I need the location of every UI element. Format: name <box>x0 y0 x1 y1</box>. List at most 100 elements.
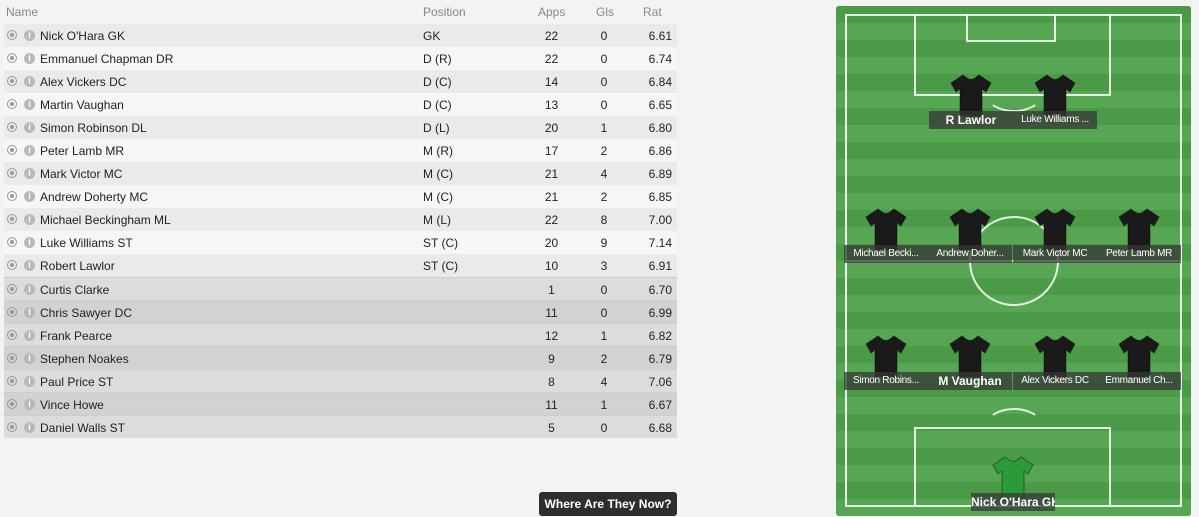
player-name[interactable]: Nick O'Hara GK <box>40 29 125 43</box>
pitch-player-st_left[interactable]: R Lawlor <box>929 73 1013 131</box>
target-icon[interactable] <box>7 99 17 109</box>
player-name[interactable]: Peter Lamb MR <box>40 144 124 158</box>
info-icon[interactable]: i <box>24 191 35 202</box>
player-name[interactable]: Vince Howe <box>40 398 104 412</box>
target-icon[interactable] <box>7 237 17 247</box>
player-name[interactable]: Curtis Clarke <box>40 283 109 297</box>
info-icon[interactable]: i <box>24 122 35 133</box>
player-name[interactable]: Michael Beckingham ML <box>40 213 171 227</box>
player-name[interactable]: Martin Vaughan <box>40 98 124 112</box>
target-icon[interactable] <box>7 422 17 432</box>
target-icon[interactable] <box>7 284 17 294</box>
player-name[interactable]: Mark Victor MC <box>40 167 122 181</box>
target-icon[interactable] <box>7 307 17 317</box>
target-icon[interactable] <box>7 53 17 63</box>
player-name[interactable]: Andrew Doherty MC <box>40 190 148 204</box>
target-icon[interactable] <box>7 76 17 86</box>
player-goals: 0 <box>600 75 608 89</box>
player-goals: 8 <box>600 213 608 227</box>
player-position: M (L) <box>423 213 451 227</box>
info-icon[interactable]: i <box>24 99 35 110</box>
target-icon[interactable] <box>7 191 17 201</box>
target-icon[interactable] <box>7 353 17 363</box>
player-name[interactable]: Simon Robinson DL <box>40 121 147 135</box>
table-row[interactable]: i Vince Howe 11 1 6.67 <box>4 392 677 415</box>
table-row[interactable]: i Frank Pearce 12 1 6.82 <box>4 323 677 346</box>
table-row[interactable]: i Andrew Doherty MC M (C) 21 2 6.85 <box>4 185 677 208</box>
player-position: D (L) <box>423 121 450 135</box>
player-name[interactable]: Paul Price ST <box>40 375 113 389</box>
player-name[interactable]: Frank Pearce <box>40 329 112 343</box>
info-icon[interactable]: i <box>24 53 35 64</box>
player-name[interactable]: Chris Sawyer DC <box>40 306 132 320</box>
pitch-player-mr[interactable]: Peter Lamb MR <box>1097 207 1181 265</box>
info-icon[interactable]: i <box>24 30 35 41</box>
where-are-they-now-button[interactable]: Where Are They Now? <box>539 492 677 516</box>
table-row[interactable]: i Nick O'Hara GK GK 22 0 6.61 <box>4 24 677 47</box>
pitch-player-dl[interactable]: Simon Robins... <box>844 334 928 392</box>
pitch-player-dr[interactable]: Emmanuel Ch... <box>1097 334 1181 392</box>
col-header-apps[interactable]: Apps <box>538 5 565 19</box>
table-row[interactable]: i Stephen Noakes 9 2 6.79 <box>4 346 677 369</box>
col-header-gls[interactable]: Gls <box>596 5 614 19</box>
player-name[interactable]: Luke Williams ST <box>40 236 133 250</box>
table-row[interactable]: i Michael Beckingham ML M (L) 22 8 7.00 <box>4 208 677 231</box>
info-icon[interactable]: i <box>24 237 35 248</box>
table-row[interactable]: i Martin Vaughan D (C) 13 0 6.65 <box>4 93 677 116</box>
target-icon[interactable] <box>7 122 17 132</box>
player-name[interactable]: Emmanuel Chapman DR <box>40 52 173 66</box>
table-row[interactable]: i Curtis Clarke 1 0 6.70 <box>4 277 677 300</box>
info-icon[interactable]: i <box>24 168 35 179</box>
info-icon[interactable]: i <box>24 214 35 225</box>
target-icon[interactable] <box>7 145 17 155</box>
player-goals: 4 <box>600 167 608 181</box>
info-icon[interactable]: i <box>24 284 35 295</box>
player-apps: 14 <box>544 75 559 89</box>
target-icon[interactable] <box>7 30 17 40</box>
pitch-player-st_right[interactable]: Luke Williams ... <box>1013 73 1097 131</box>
player-name[interactable]: Alex Vickers DC <box>40 75 126 89</box>
table-row[interactable]: i Chris Sawyer DC 11 0 6.99 <box>4 300 677 323</box>
pitch-player-dcr[interactable]: Alex Vickers DC <box>1013 334 1097 392</box>
info-icon[interactable]: i <box>24 260 35 271</box>
col-header-position[interactable]: Position <box>423 5 466 19</box>
col-header-rat[interactable]: Rat <box>643 5 662 19</box>
table-row[interactable]: i Alex Vickers DC D (C) 14 0 6.84 <box>4 70 677 93</box>
table-row[interactable]: i Luke Williams ST ST (C) 20 9 7.14 <box>4 231 677 254</box>
table-row[interactable]: i Emmanuel Chapman DR D (R) 22 0 6.74 <box>4 47 677 70</box>
info-icon[interactable]: i <box>24 399 35 410</box>
info-icon[interactable]: i <box>24 330 35 341</box>
info-icon[interactable]: i <box>24 145 35 156</box>
pitch-player-mcr[interactable]: Mark Victor MC <box>1013 207 1097 265</box>
table-row[interactable]: i Paul Price ST 8 4 7.06 <box>4 369 677 392</box>
player-rating: 6.91 <box>648 259 672 273</box>
player-name[interactable]: Stephen Noakes <box>40 352 129 366</box>
target-icon[interactable] <box>7 168 17 178</box>
info-icon[interactable]: i <box>24 376 35 387</box>
info-icon[interactable]: i <box>24 76 35 87</box>
table-row[interactable]: i Mark Victor MC M (C) 21 4 6.89 <box>4 162 677 185</box>
table-row[interactable]: i Daniel Walls ST 5 0 6.68 <box>4 415 677 438</box>
table-row[interactable]: i Simon Robinson DL D (L) 20 1 6.80 <box>4 116 677 139</box>
target-icon[interactable] <box>7 399 17 409</box>
info-icon[interactable]: i <box>24 422 35 433</box>
pitch-player-mcl[interactable]: Andrew Doher... <box>928 207 1012 265</box>
player-apps: 22 <box>544 213 559 227</box>
pitch-player-dcl[interactable]: M Vaughan <box>928 334 1012 392</box>
target-icon[interactable] <box>7 214 17 224</box>
info-icon[interactable]: i <box>24 307 35 318</box>
table-row[interactable]: i Robert Lawlor ST (C) 10 3 6.91 <box>4 254 677 277</box>
pitch-player-gk[interactable]: Nick O'Hara GK <box>971 455 1055 513</box>
pitch-player-label: Luke Williams ... <box>1013 111 1097 129</box>
player-rating: 6.86 <box>648 144 672 158</box>
col-header-name[interactable]: Name <box>6 5 38 19</box>
table-row[interactable]: i Peter Lamb MR M (R) 17 2 6.86 <box>4 139 677 162</box>
target-icon[interactable] <box>7 260 17 270</box>
info-icon[interactable]: i <box>24 353 35 364</box>
player-goals: 1 <box>600 329 608 343</box>
target-icon[interactable] <box>7 376 17 386</box>
pitch-player-ml[interactable]: Michael Becki... <box>844 207 928 265</box>
target-icon[interactable] <box>7 330 17 340</box>
player-name[interactable]: Daniel Walls ST <box>40 421 125 435</box>
player-name[interactable]: Robert Lawlor <box>40 259 115 273</box>
